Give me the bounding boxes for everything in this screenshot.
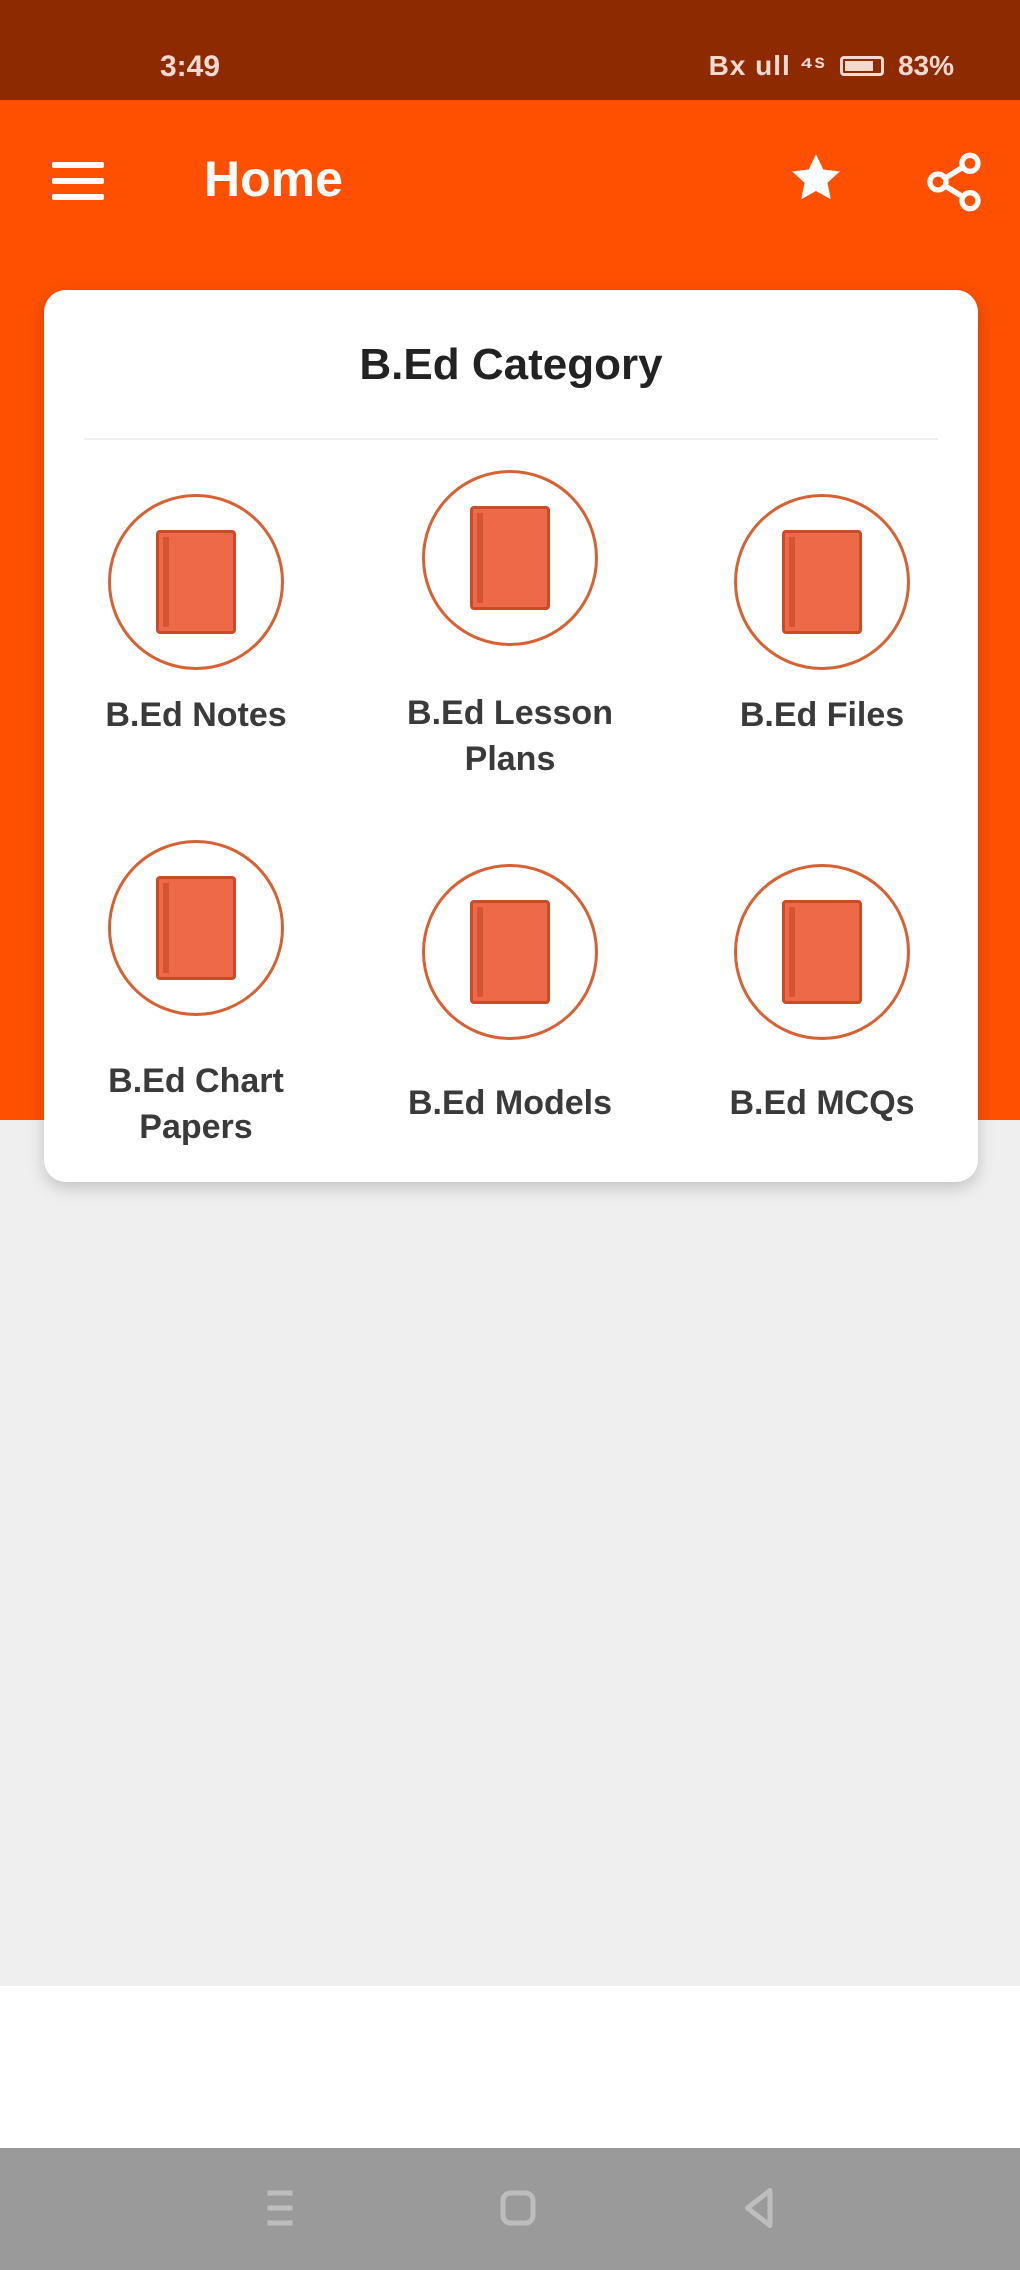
category-label: B.Ed Models [407, 1084, 613, 1122]
home-button-icon[interactable] [488, 2178, 548, 2238]
battery-icon [839, 56, 884, 76]
status-indicators: Bx ull ⁴ˢ 83% [709, 50, 954, 82]
bottom-banner-area [0, 1986, 1020, 2148]
book-icon [156, 876, 236, 980]
back-icon[interactable] [730, 2178, 790, 2238]
category-circle [422, 470, 598, 646]
book-icon [782, 530, 862, 634]
system-nav-bar [0, 2148, 1020, 2270]
signal-indicator: Bx ull ⁴ˢ [708, 50, 826, 81]
category-label: B.Ed Lesson Plans [407, 694, 613, 778]
battery-percent: 83% [897, 50, 954, 81]
book-icon [470, 506, 550, 610]
category-label: B.Ed Chart Papers [108, 1062, 284, 1146]
menu-icon[interactable] [52, 160, 108, 204]
status-bar: 3:49 Bx ull ⁴ˢ 83% [0, 0, 1020, 100]
status-time: 3:49 [160, 50, 221, 83]
category-label: B.Ed Notes [105, 696, 287, 734]
star-icon[interactable] [786, 148, 846, 208]
book-icon [782, 900, 862, 1004]
category-circle [734, 494, 910, 670]
page-title: Home [204, 151, 343, 207]
category-label: B.Ed Files [739, 696, 905, 734]
category-circle [734, 864, 910, 1040]
category-circle [422, 864, 598, 1040]
card-title: B.Ed Category [359, 340, 663, 389]
category-circle [108, 494, 284, 670]
divider [84, 438, 938, 440]
book-icon [156, 530, 236, 634]
recent-apps-icon[interactable] [250, 2178, 310, 2238]
book-icon [470, 900, 550, 1004]
category-circle [108, 840, 284, 1016]
share-icon[interactable] [922, 148, 986, 216]
category-label: B.Ed MCQs [729, 1084, 915, 1122]
category-card: B.Ed Category B.Ed Notes B.Ed Lesson Pla… [44, 290, 978, 1182]
